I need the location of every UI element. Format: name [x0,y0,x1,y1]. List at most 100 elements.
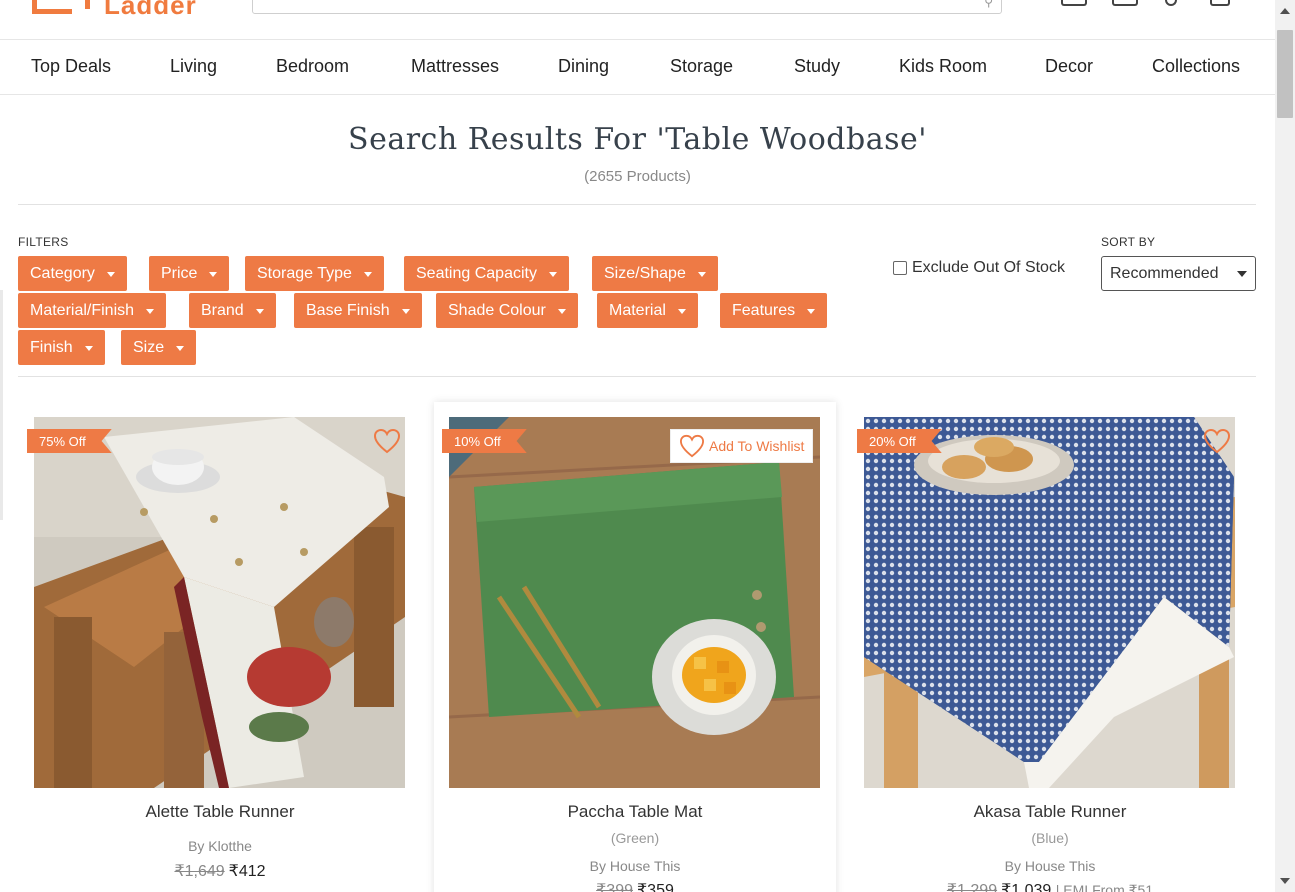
filter-storage-type[interactable]: Storage Type [245,256,384,291]
heart-icon [679,434,705,458]
category-nav: Top Deals Living Bedroom Mattresses Dini… [0,41,1275,95]
caret-down-icon [363,271,372,277]
product-mrp: ₹1,649 [174,863,225,880]
caret-down-icon [401,308,410,314]
nav-item-living[interactable]: Living [170,56,217,77]
sort-selected-value: Recommended [1110,264,1219,282]
wishlist-heart-icon[interactable] [1203,428,1231,454]
filter-label: Features [732,301,796,319]
cart-icon[interactable] [1210,0,1230,6]
filter-material-finish[interactable]: Material/Finish [18,293,167,328]
scroll-thumb[interactable] [1277,30,1293,118]
filter-label: Price [161,264,198,282]
filter-shade-colour[interactable]: Shade Colour [436,293,578,328]
caret-down-icon [548,271,557,277]
sort-label: SORT BY [1101,235,1156,249]
exclude-out-of-stock-label: Exclude Out Of Stock [912,259,1065,276]
caret-down-icon [807,308,816,314]
product-card[interactable]: 20% Off Akasa Table Runner (Blue) By Hou… [849,402,1251,892]
filter-seating-capacity[interactable]: Seating Capacity [404,256,569,291]
product-name[interactable]: Paccha Table Mat [434,802,836,822]
search-icon[interactable]: ⚲ [984,0,993,9]
scroll-up-icon[interactable] [1280,8,1290,14]
sort-select[interactable]: Recommended [1101,256,1256,291]
nav-item-study[interactable]: Study [794,56,840,77]
filter-material[interactable]: Material [597,293,698,328]
filter-label: Base Finish [306,301,390,319]
search-input[interactable]: ⚲ [252,0,1002,14]
filter-label: Brand [201,301,244,319]
filter-label: Storage Type [257,264,352,282]
filters-label: FILTERS [18,235,69,249]
heart-icon[interactable] [1165,0,1177,6]
filter-label: Shade Colour [448,301,546,319]
page-scrollbar[interactable] [1275,0,1295,892]
filter-brand[interactable]: Brand [189,293,276,328]
filter-label: Size [133,338,165,356]
product-name[interactable]: Akasa Table Runner [849,802,1251,822]
exclude-out-of-stock[interactable]: Exclude Out Of Stock [893,259,1065,277]
product-variant: (Blue) [1031,830,1069,846]
filter-label: Material/Finish [30,301,135,319]
product-mrp: ₹1,299 [946,882,998,892]
nav-item-collections[interactable]: Collections [1152,56,1240,77]
nav-item-decor[interactable]: Decor [1045,56,1093,77]
nav-item-kids-room[interactable]: Kids Room [899,56,987,77]
logo-icon[interactable] [32,0,90,14]
side-tab[interactable] [0,290,3,520]
product-price: ₹399 ₹359 [434,880,836,892]
discount-badge: 20% Off [857,429,942,453]
caret-down-icon [255,308,264,314]
filter-finish[interactable]: Finish [18,330,105,365]
caret-down-icon [84,345,93,351]
filter-label: Size/Shape [604,264,686,282]
caret-down-icon [697,271,706,277]
product-card[interactable]: 75% Off Alette Table Runner By Klotthe ₹… [19,402,421,892]
product-brand: By House This [1004,858,1096,874]
filter-base-finish[interactable]: Base Finish [294,293,422,328]
product-card[interactable]: 10% Off Add To Wishlist Paccha Table Mat… [434,402,836,892]
nav-item-mattresses[interactable]: Mattresses [411,56,499,77]
filter-price[interactable]: Price [149,256,230,291]
filter-size-shape[interactable]: Size/Shape [592,256,718,291]
wishlist-heart-icon[interactable] [373,428,401,454]
product-image[interactable] [864,417,1235,788]
filter-label: Finish [30,338,73,356]
filter-category[interactable]: Category [18,256,127,291]
exclude-out-of-stock-checkbox[interactable] [893,261,907,275]
product-sale-price: ₹1,039 [1001,882,1052,892]
divider [18,376,1256,377]
product-price: ₹1,299 ₹1,039 | EMI From ₹51 [849,880,1251,892]
product-name[interactable]: Alette Table Runner [19,802,421,822]
product-brand: By Klotthe [188,838,252,854]
product-sale-price: ₹412 [228,863,266,880]
add-to-wishlist-button[interactable]: Add To Wishlist [670,429,814,463]
caret-down-icon [106,271,115,277]
product-mrp: ₹399 [596,882,633,892]
product-brand: By House This [589,858,681,874]
discount-badge: 75% Off [27,429,112,453]
caret-down-icon [557,308,566,314]
result-count: (2655 Products) [584,168,691,185]
nav-item-dining[interactable]: Dining [558,56,609,77]
product-price: ₹1,649 ₹412 [19,861,421,881]
product-image[interactable] [449,417,820,788]
nav-item-top-deals[interactable]: Top Deals [31,56,111,77]
site-header: Ladder ⚲ [0,0,1275,40]
filter-size[interactable]: Size [121,330,197,365]
nav-item-bedroom[interactable]: Bedroom [276,56,349,77]
logo-text[interactable]: Ladder [104,0,197,21]
product-sale-price: ₹359 [637,882,674,892]
product-image[interactable] [34,417,405,788]
scroll-down-icon[interactable] [1280,878,1290,884]
caret-down-icon [677,308,686,314]
discount-badge: 10% Off [442,429,527,453]
product-variant: (Green) [610,830,660,846]
filter-features[interactable]: Features [720,293,828,328]
profile-icon[interactable] [1112,0,1138,6]
filter-label: Seating Capacity [416,264,537,282]
truck-icon[interactable] [1061,0,1087,6]
nav-item-storage[interactable]: Storage [670,56,733,77]
caret-down-icon [146,308,155,314]
caret-down-icon [176,345,185,351]
